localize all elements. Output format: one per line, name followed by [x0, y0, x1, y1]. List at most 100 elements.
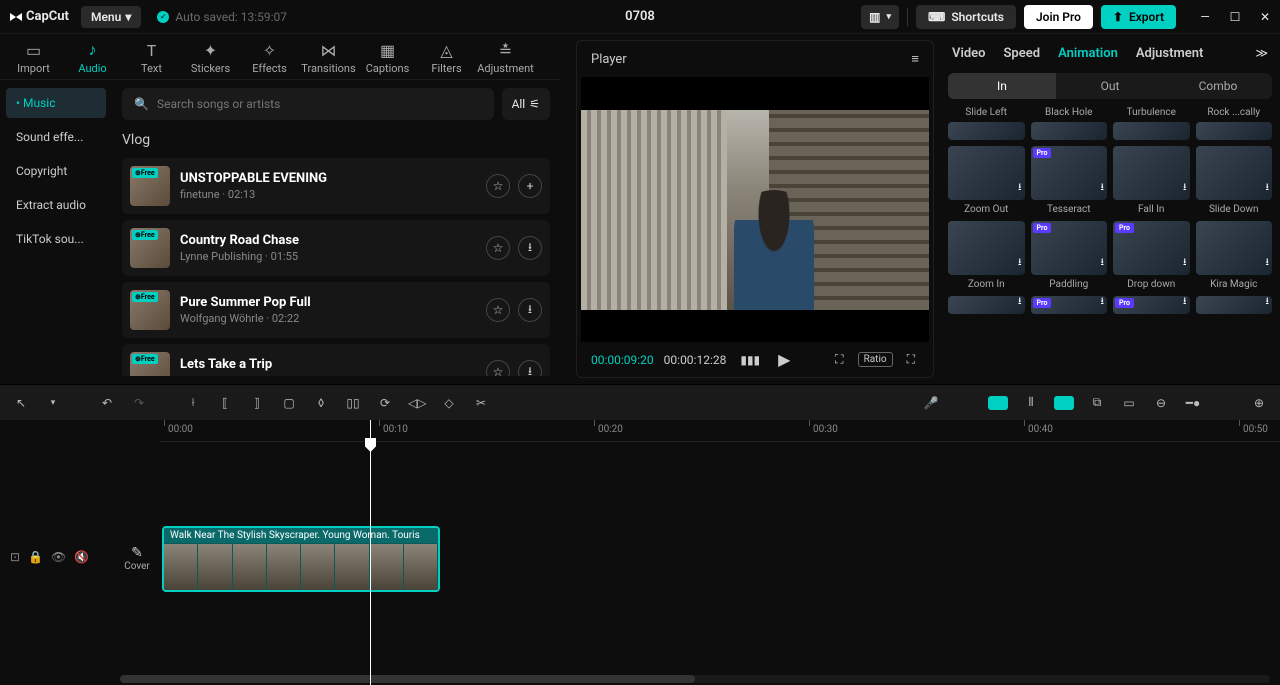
search-input-wrap[interactable]: 🔍 — [122, 88, 494, 120]
anim-item[interactable]: Rock ...cally — [1196, 107, 1273, 140]
layout-button[interactable]: ▥▾ — [861, 5, 899, 29]
anim-item[interactable]: ⭳ Zoom In — [948, 221, 1025, 290]
link-tool[interactable]: ⧉ — [1088, 395, 1106, 410]
anim-item[interactable]: Pro ⭳ — [1031, 296, 1108, 314]
anim-item[interactable]: ⭳ Zoom Out — [948, 146, 1025, 215]
song-item[interactable]: ⊕Free Country Road Chase Lynne Publishin… — [122, 220, 550, 276]
split-tool[interactable]: ⟊ — [184, 395, 202, 410]
favorite-button[interactable]: ☆ — [486, 236, 510, 260]
cover-button[interactable]: ✎ Cover — [118, 545, 156, 572]
favorite-button[interactable]: ☆ — [486, 360, 510, 376]
sub-cat-sound-effe-[interactable]: Sound effe... — [6, 122, 106, 152]
prop-tab-adjustment[interactable]: Adjustment — [1136, 46, 1204, 61]
tool-tab-captions[interactable]: ▦Captions — [358, 40, 417, 75]
tool-tab-filters[interactable]: ◬Filters — [417, 40, 476, 75]
anim-subtab-combo[interactable]: Combo — [1164, 73, 1272, 99]
tool-tab-adjustment[interactable]: ≛Adjustment — [476, 40, 535, 75]
favorite-button[interactable]: ☆ — [486, 174, 510, 198]
anim-item[interactable]: ⭳ Slide Down — [1196, 146, 1273, 215]
prop-tab-animation[interactable]: Animation — [1058, 46, 1118, 61]
frames-tool[interactable]: ▯▯ — [344, 396, 362, 410]
split-left-tool[interactable]: ⟦ — [216, 396, 234, 410]
song-item[interactable]: ⊕Free Pure Summer Pop Full Wolfgang Wöhr… — [122, 282, 550, 338]
tool-tab-effects[interactable]: ✧Effects — [240, 40, 299, 75]
tool-tab-text[interactable]: TText — [122, 40, 181, 75]
add-button[interactable]: + — [518, 174, 542, 198]
join-pro-button[interactable]: Join Pro — [1024, 5, 1093, 29]
crop-icon[interactable]: ⛶ — [831, 352, 847, 367]
filter-all-button[interactable]: All ⚟ — [502, 88, 550, 120]
anim-item[interactable]: Pro ⭳ — [1113, 296, 1190, 314]
close-button[interactable]: ✕ — [1258, 10, 1272, 24]
anim-subtab-in[interactable]: In — [948, 73, 1056, 99]
marker-tool[interactable]: ◊ — [312, 396, 330, 410]
anim-subtab-out[interactable]: Out — [1056, 73, 1164, 99]
sub-cat-tiktok-sou-[interactable]: TikTok sou... — [6, 224, 106, 254]
delete-tool[interactable]: ▢ — [280, 396, 298, 410]
prop-tab-speed[interactable]: Speed — [1004, 46, 1041, 61]
ratio-button[interactable]: Ratio — [858, 352, 893, 367]
zoom-fit-button[interactable]: ⊕ — [1250, 396, 1268, 410]
fullscreen-icon[interactable]: ⛶ — [903, 352, 919, 367]
rotate-tool[interactable]: ⟳ — [376, 396, 394, 410]
tool-tab-transitions[interactable]: ⋈Transitions — [299, 40, 358, 75]
player-viewport[interactable] — [581, 77, 929, 342]
export-button[interactable]: ⬆ Export — [1101, 5, 1176, 29]
anim-item[interactable]: ⭳ — [948, 296, 1025, 314]
anim-item[interactable]: Turbulence — [1113, 107, 1190, 140]
mic-button[interactable]: 🎤 — [922, 396, 940, 410]
compare-icon[interactable]: ▮▮▮ — [736, 353, 764, 367]
download-button[interactable]: ⭳ — [518, 298, 542, 322]
play-button[interactable]: ▶ — [774, 350, 794, 369]
sub-cat-music[interactable]: • Music — [6, 88, 106, 118]
search-input[interactable] — [157, 97, 482, 111]
snap-toggle-2[interactable] — [1054, 396, 1074, 410]
prop-tab-video[interactable]: Video — [952, 46, 986, 61]
song-item[interactable]: ⊕Free UNSTOPPABLE EVENING finetune · 02:… — [122, 158, 550, 214]
minimize-button[interactable]: — — [1198, 10, 1212, 24]
menu-button[interactable]: Menu ▾ — [81, 6, 141, 28]
preview-tool[interactable]: ▭ — [1120, 396, 1138, 410]
anim-item[interactable]: Pro ⭳ Paddling — [1031, 221, 1108, 290]
snap-toggle-1[interactable] — [988, 396, 1008, 410]
download-button[interactable]: ⭳ — [518, 236, 542, 260]
undo-button[interactable]: ↶ — [98, 396, 116, 410]
scrollbar-thumb[interactable] — [120, 675, 695, 683]
more-tabs-icon[interactable]: ≫ — [1255, 46, 1268, 61]
anim-item[interactable]: ⭳ — [1196, 296, 1273, 314]
tool-tab-audio[interactable]: ♪Audio — [63, 40, 122, 75]
tool-tab-import[interactable]: ▭Import — [4, 40, 63, 75]
player-menu-icon[interactable]: ≡ — [911, 51, 919, 67]
mute-icon[interactable]: 🔇 — [74, 550, 89, 564]
maximize-button[interactable]: ☐ — [1228, 10, 1242, 24]
collapse-icon[interactable]: ⊡ — [10, 550, 20, 564]
playhead[interactable] — [370, 420, 371, 685]
tool-tab-stickers[interactable]: ✦Stickers — [181, 40, 240, 75]
crop2-tool[interactable]: ✂ — [472, 396, 490, 410]
anim-item[interactable]: ⭳ Kira Magic — [1196, 221, 1273, 290]
anim-item[interactable]: Black Hole — [1031, 107, 1108, 140]
lock-icon[interactable]: 🔒 — [28, 550, 43, 564]
mirror-tool[interactable]: ◁▷ — [408, 396, 426, 410]
align-tool[interactable]: ⫴ — [1022, 395, 1040, 410]
anim-item[interactable]: Pro ⭳ Drop down — [1113, 221, 1190, 290]
crop-tool[interactable]: ◇ — [440, 396, 458, 410]
download-button[interactable]: ⭳ — [518, 360, 542, 376]
sub-cat-extract-audio[interactable]: Extract audio — [6, 190, 106, 220]
song-item[interactable]: ⊕Free Lets Take a Trip Lynne Publishing … — [122, 344, 550, 376]
sub-cat-copyright[interactable]: Copyright — [6, 156, 106, 186]
pointer-tool[interactable]: ↖ — [12, 396, 30, 410]
zoom-slider[interactable]: ━● — [1184, 396, 1202, 410]
split-right-tool[interactable]: ⟧ — [248, 396, 266, 410]
anim-item[interactable]: Slide Left — [948, 107, 1025, 140]
anim-item[interactable]: ⭳ Fall In — [1113, 146, 1190, 215]
pointer-dropdown[interactable]: ▾ — [44, 398, 62, 408]
zoom-out-button[interactable]: ⊖ — [1152, 396, 1170, 410]
timeline-scrollbar[interactable] — [120, 675, 1270, 683]
anim-item[interactable]: Pro ⭳ Tesseract — [1031, 146, 1108, 215]
favorite-button[interactable]: ☆ — [486, 298, 510, 322]
shortcuts-button[interactable]: ⌨ Shortcuts — [916, 5, 1016, 29]
redo-button[interactable]: ↷ — [130, 396, 148, 410]
video-clip[interactable]: Walk Near The Stylish Skyscraper. Young … — [162, 526, 440, 592]
eye-icon[interactable]: 👁 — [51, 550, 66, 564]
